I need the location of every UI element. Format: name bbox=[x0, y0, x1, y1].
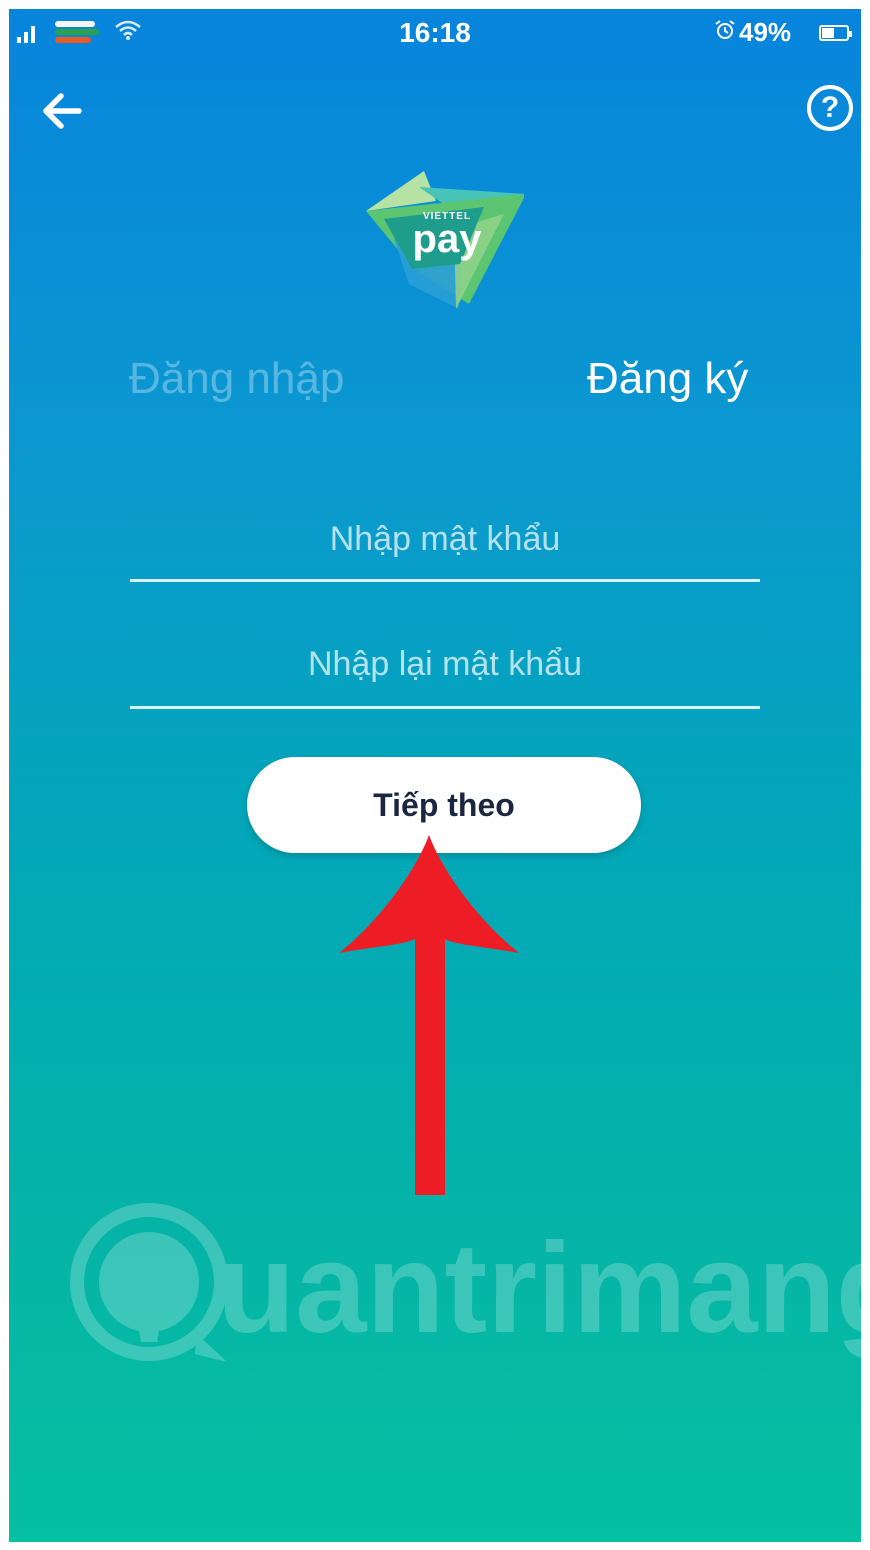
logo-name: pay bbox=[412, 217, 482, 261]
confirm-password-field bbox=[130, 634, 760, 709]
confirm-password-input[interactable] bbox=[130, 634, 760, 694]
arrow-left-icon bbox=[43, 93, 82, 129]
battery-fill bbox=[822, 28, 834, 38]
battery-icon bbox=[819, 25, 852, 41]
tab-login[interactable]: Đăng nhập bbox=[129, 354, 344, 404]
battery-percent: 49% bbox=[739, 17, 792, 47]
lightbulb-icon: uantrimang bbox=[70, 1203, 861, 1362]
status-bar: 16:18 49% bbox=[9, 9, 861, 59]
help-button[interactable]: ? bbox=[807, 85, 853, 131]
password-underline bbox=[130, 579, 760, 582]
password-field bbox=[130, 509, 760, 582]
tab-register[interactable]: Đăng ký bbox=[587, 354, 748, 404]
red-arrow-annotation bbox=[339, 835, 519, 1195]
app-screen: 16:18 49% ? VIETTEL pay Đăng nhập Đăng k… bbox=[9, 9, 861, 1542]
watermark: uantrimang bbox=[67, 1194, 861, 1364]
help-circle-icon: ? bbox=[820, 91, 840, 124]
logo-text: VIETTEL pay bbox=[407, 211, 487, 261]
back-button[interactable] bbox=[37, 85, 89, 137]
confirm-password-underline bbox=[130, 706, 760, 709]
password-input[interactable] bbox=[130, 509, 760, 569]
watermark-text: uantrimang bbox=[217, 1217, 861, 1360]
alarm-icon bbox=[714, 19, 736, 47]
